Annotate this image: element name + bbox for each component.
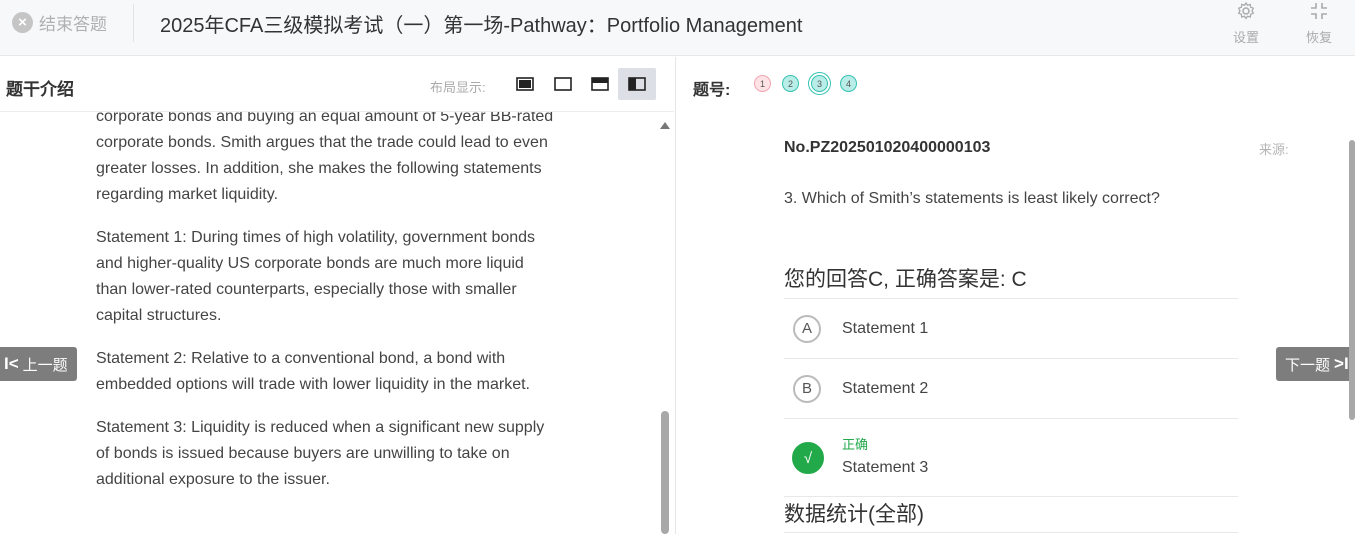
settings-button[interactable]: 设置 xyxy=(1224,0,1268,46)
layout-label: 布局显示: xyxy=(430,80,486,95)
layout-full-icon xyxy=(516,77,534,91)
settings-label: 设置 xyxy=(1232,30,1259,45)
stats-heading: 数据统计(全部) xyxy=(784,503,924,526)
question-dot-3[interactable]: 3 xyxy=(811,75,828,92)
passage: corporate bonds and buying an equal amou… xyxy=(96,112,556,510)
passage-scroll-area[interactable]: corporate bonds and buying an equal amou… xyxy=(0,112,674,534)
question-dot-4[interactable]: 4 xyxy=(840,75,857,92)
gear-icon xyxy=(1224,1,1268,23)
question-text: 3. Which of Smith’s statements is least … xyxy=(784,190,1160,207)
end-exam-label: 结束答题 xyxy=(39,14,107,34)
option-text: Statement 3 xyxy=(842,459,929,476)
end-exam-button[interactable]: × 结束答题 xyxy=(12,10,107,34)
layout-blank-button[interactable] xyxy=(544,68,582,100)
option-text: Statement 2 xyxy=(842,379,929,397)
close-circle-icon: × xyxy=(12,11,33,33)
layout-top-button[interactable] xyxy=(581,68,619,100)
layout-split-button[interactable] xyxy=(618,68,656,100)
question-number-label: 题号: xyxy=(693,82,731,99)
stem-toolbar: 题干介绍 布局显示: xyxy=(0,57,674,112)
passage-paragraph: Statement 2: Relative to a conventional … xyxy=(96,350,530,393)
question-nav-bar: 题号: 1 2 3 4 xyxy=(676,57,1355,112)
layout-split-icon xyxy=(628,77,646,91)
option-text: Statement 1 xyxy=(842,319,929,337)
layout-top-icon xyxy=(591,77,609,91)
question-scrollbar-thumb[interactable] xyxy=(1349,140,1355,420)
answer-result-heading: 您的回答C, 正确答案是: C xyxy=(784,268,1027,291)
scroll-up-arrow-icon[interactable] xyxy=(660,122,670,129)
top-header: × 结束答题 2025年CFA三级模拟考试（一）第一场-Pathway：Port… xyxy=(0,0,1355,56)
option-b[interactable]: B Statement 2 xyxy=(784,359,1238,419)
restore-label: 恢复 xyxy=(1305,30,1332,45)
stats-divider xyxy=(784,532,1238,533)
option-letter: A xyxy=(793,314,821,343)
option-c[interactable]: √ 正确 Statement 3 xyxy=(784,419,1238,497)
passage-paragraph: Statement 1: During times of high volati… xyxy=(96,229,536,324)
stem-title: 题干介绍 xyxy=(6,80,74,99)
correct-tag: 正确 xyxy=(842,437,869,452)
passage-paragraph: Statement 3: Liquidity is reduced when a… xyxy=(96,419,545,488)
passage-scrollbar[interactable] xyxy=(660,120,670,534)
question-id: No.PZ202501020400000103 xyxy=(784,139,991,156)
prev-question-button[interactable]: I< 上一题 xyxy=(0,347,77,381)
header-divider xyxy=(133,4,134,42)
question-dot-1[interactable]: 1 xyxy=(754,75,771,92)
prev-label: 上一题 xyxy=(22,356,68,374)
question-panel: No.PZ202501020400000103 来源: 3. Which of … xyxy=(676,113,1355,534)
chevron-left-icon: I< xyxy=(4,354,19,373)
collapse-icon xyxy=(1297,1,1341,23)
passage-paragraph: corporate bonds and buying an equal amou… xyxy=(96,112,554,203)
scrollbar-thumb[interactable] xyxy=(661,411,669,534)
option-a[interactable]: A Statement 1 xyxy=(784,299,1238,359)
layout-blank-icon xyxy=(554,77,572,91)
checkmark-icon: √ xyxy=(792,441,824,474)
exam-title: 2025年CFA三级模拟考试（一）第一场-Pathway：Portfolio M… xyxy=(160,15,803,37)
layout-full-button[interactable] xyxy=(506,68,544,100)
option-list: A Statement 1 B Statement 2 √ 正确 Stateme… xyxy=(784,298,1238,497)
question-dot-2[interactable]: 2 xyxy=(782,75,799,92)
option-letter: B xyxy=(793,374,821,403)
restore-button[interactable]: 恢复 xyxy=(1297,0,1341,46)
source-label: 来源: xyxy=(1259,142,1289,157)
